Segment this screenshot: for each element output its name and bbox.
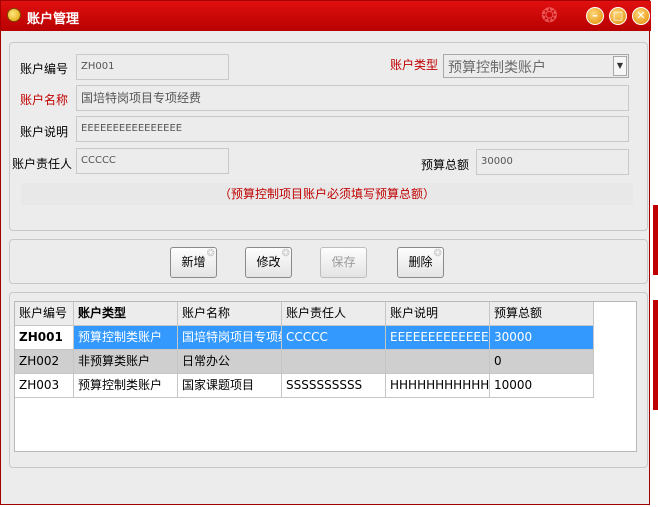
app-icon xyxy=(7,8,21,22)
new-button[interactable]: 新增 ❂ xyxy=(170,247,217,278)
table-cell[interactable]: 10000 xyxy=(490,374,594,398)
table-cell[interactable]: 国培特岗项目专项经费 xyxy=(178,326,282,350)
table-cell[interactable]: ZH002 xyxy=(15,350,74,374)
cloud-ornament-icon: ❂ xyxy=(206,248,215,259)
account-no-field[interactable]: ZH001 xyxy=(76,54,229,80)
cloud-ornament-icon: ❂ xyxy=(281,248,290,259)
account-type-select[interactable]: 预算控制类账户 ▼ xyxy=(443,54,629,78)
background-window-edge xyxy=(651,0,658,507)
minimize-button[interactable]: – xyxy=(586,7,604,25)
delete-button[interactable]: 删除 ❂ xyxy=(397,247,444,278)
edit-button-label: 修改 xyxy=(256,255,281,269)
table-cell[interactable]: 日常办公 xyxy=(178,350,282,374)
table-cell[interactable]: 预算控制类账户 xyxy=(74,326,178,350)
maximize-button[interactable]: □ xyxy=(609,7,627,25)
minimize-icon: – xyxy=(592,9,598,22)
table-cell[interactable] xyxy=(386,350,490,374)
account-type-value: 预算控制类账户 xyxy=(448,60,546,76)
table-cell[interactable]: 预算控制类账户 xyxy=(74,374,178,398)
new-button-label: 新增 xyxy=(181,255,206,269)
background-window-strip xyxy=(653,300,658,410)
close-icon: ✕ xyxy=(636,9,646,22)
window-title: 账户管理 xyxy=(27,12,80,27)
title-bar[interactable]: 账户管理 ❂ – □ ✕ xyxy=(1,1,651,31)
edit-button[interactable]: 修改 ❂ xyxy=(245,247,292,278)
account-desc-field[interactable]: EEEEEEEEEEEEEEEE xyxy=(76,116,629,142)
column-header[interactable]: 账户责任人 xyxy=(282,302,386,326)
delete-button-label: 删除 xyxy=(408,255,433,269)
table-cell[interactable]: EEEEEEEEEEEEEEEE xyxy=(386,326,490,350)
budget-required-hint: （预算控制项目账户必须填写预算总额） xyxy=(21,183,633,205)
account-management-window: 账户管理 ❂ – □ ✕ 账户编号 ZH001 账户类型 预算控制类账户 ▼ 账… xyxy=(0,0,651,505)
close-button[interactable]: ✕ xyxy=(632,7,650,25)
save-button[interactable]: 保存 xyxy=(320,247,367,278)
table-cell[interactable]: ZH001 xyxy=(15,326,74,350)
column-header[interactable]: 账户说明 xyxy=(386,302,490,326)
owner-field[interactable]: CCCCC xyxy=(76,148,229,174)
budget-field[interactable]: 30000 xyxy=(476,149,629,175)
table-cell[interactable]: HHHHHHHHHHHHH xyxy=(386,374,490,398)
save-button-label: 保存 xyxy=(331,255,356,269)
column-header[interactable]: 账户名称 xyxy=(178,302,282,326)
column-header[interactable]: 账户类型 xyxy=(74,302,178,326)
account-name-label: 账户名称 xyxy=(20,93,69,107)
maximize-icon: □ xyxy=(612,9,624,22)
table-cell[interactable]: CCCCC xyxy=(282,326,386,350)
table-cell[interactable]: 0 xyxy=(490,350,594,374)
chevron-down-icon[interactable]: ▼ xyxy=(613,56,627,76)
table-cell[interactable]: ZH003 xyxy=(15,374,74,398)
table-cell[interactable]: 国家课题项目 xyxy=(178,374,282,398)
table-cell[interactable]: SSSSSSSSSS xyxy=(282,374,386,398)
account-type-label: 账户类型 xyxy=(390,58,439,72)
table-cell[interactable]: 30000 xyxy=(490,326,594,350)
column-header[interactable]: 预算总额 xyxy=(490,302,594,326)
owner-label: 账户责任人 xyxy=(12,157,73,171)
budget-label: 预算总额 xyxy=(421,158,470,172)
column-header[interactable]: 账户编号 xyxy=(15,302,74,326)
account-desc-label: 账户说明 xyxy=(20,125,69,139)
cloud-ornament-icon: ❂ xyxy=(433,248,442,259)
account-table: 账户编号 账户类型 账户名称 账户责任人 账户说明 预算总额 ZH001 预算控… xyxy=(14,301,637,452)
background-window-strip xyxy=(653,205,658,275)
cloud-ornament-icon: ❂ xyxy=(541,3,558,27)
table-cell[interactable] xyxy=(282,350,386,374)
account-name-field[interactable]: 国培特岗项目专项经费 xyxy=(76,85,629,111)
table-cell[interactable]: 非预算类账户 xyxy=(74,350,178,374)
account-no-label: 账户编号 xyxy=(20,62,69,76)
